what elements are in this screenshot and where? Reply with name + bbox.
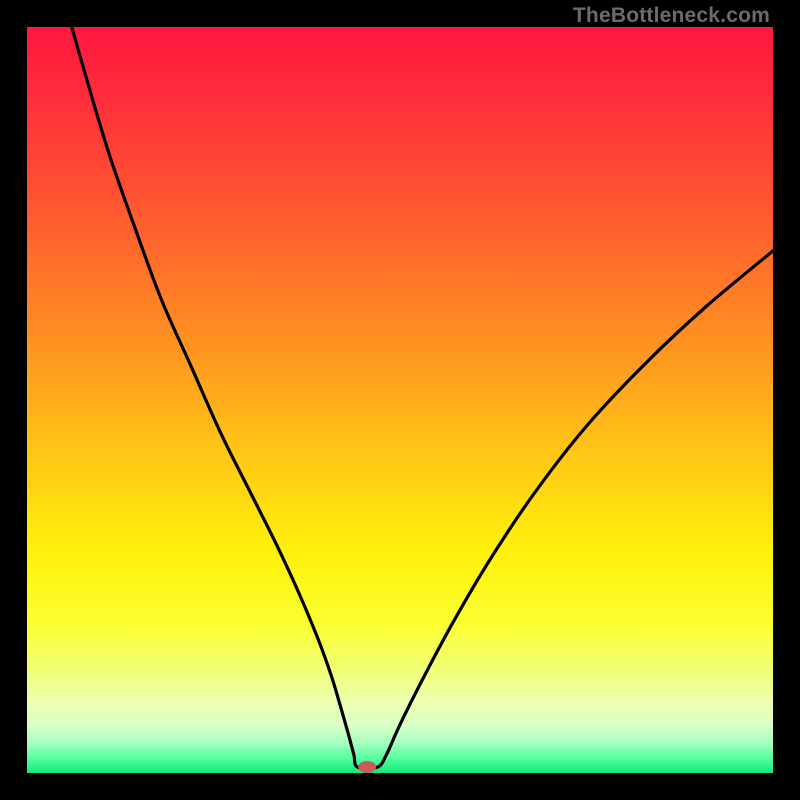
outer-frame: TheBottleneck.com: [0, 0, 800, 800]
chart-canvas: [27, 27, 773, 773]
watermark-text: TheBottleneck.com: [573, 4, 770, 28]
plot-area: [27, 27, 773, 773]
marker-dot: [358, 761, 376, 773]
gradient-background: [27, 27, 773, 773]
